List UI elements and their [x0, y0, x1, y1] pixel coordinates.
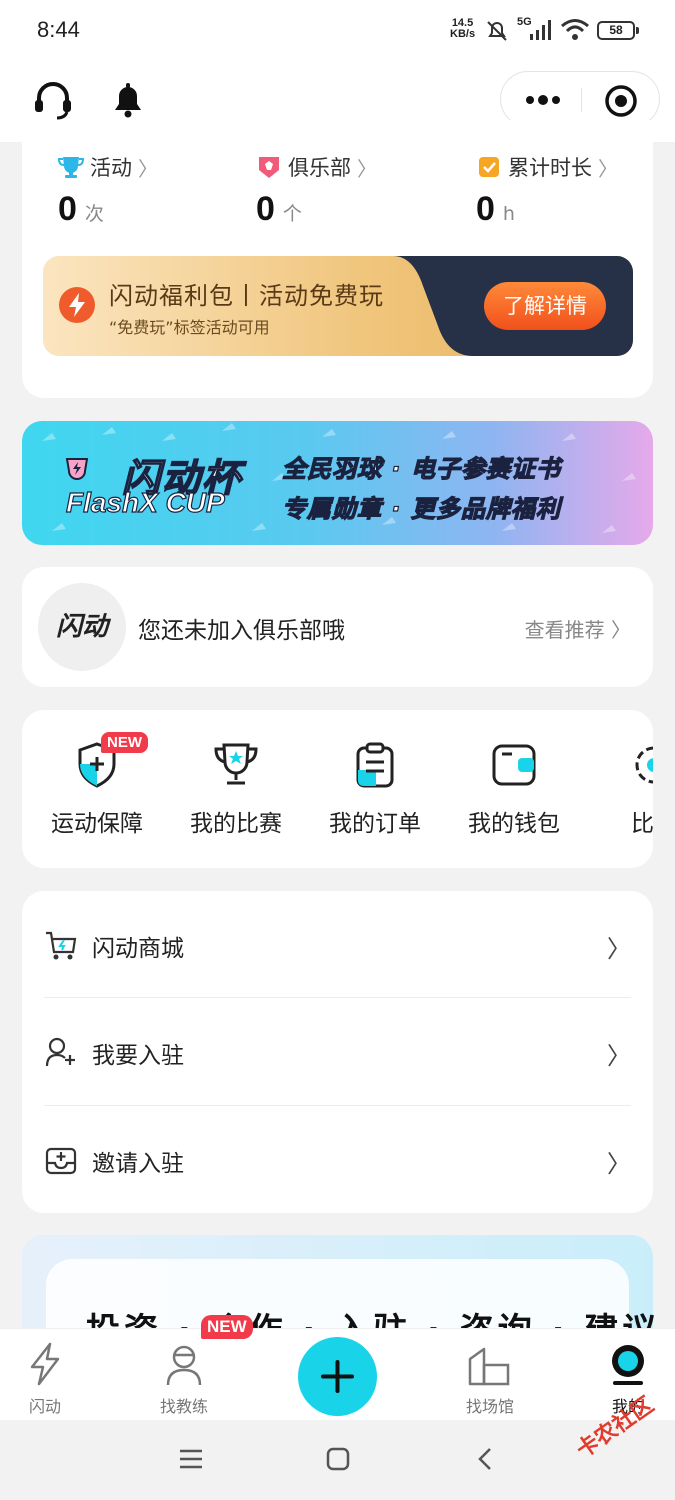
home-icon[interactable] [325, 1446, 351, 1472]
network-speed: 14.5 KB/s [450, 18, 475, 40]
battery-indicator: 58 [597, 21, 639, 40]
speed-unit: KB/s [450, 28, 476, 40]
banner-line-1: 全民羽球 · 电子参赛证书 [281, 454, 561, 483]
stat-club[interactable]: 俱乐部 〉 0 个 [256, 152, 377, 229]
more-icon[interactable] [521, 84, 565, 116]
feature-grid: 运动保障 NEW 我的比赛 我的订单 我的钱包 比 [22, 710, 653, 868]
grid-item-my-wallet[interactable]: 我的钱包 [454, 740, 574, 838]
stat-duration[interactable]: 累计时长 〉 0 h [476, 152, 618, 229]
learn-more-button[interactable]: 了解详情 [484, 282, 606, 330]
inbox-plus-icon [45, 1147, 77, 1175]
chevron-right-icon: 〉 [607, 1042, 631, 1070]
tab-venue[interactable]: 找场馆 [445, 1341, 535, 1417]
stat-unit: 个 [282, 203, 302, 225]
chevron-right-icon: 〉 [598, 156, 618, 181]
view-recommend-link[interactable]: 查看推荐 〉 [525, 614, 631, 643]
checkbox-icon [479, 157, 499, 177]
wifi-icon [561, 19, 589, 40]
stat-value: 0 [476, 190, 495, 228]
close-miniapp-icon[interactable] [604, 84, 638, 118]
venue-icon [468, 1347, 510, 1386]
stats-card: 活动 〉 0 次 俱乐部 〉 0 个 累计时长 〉 0 h 闪动福利包丨活动免费… [22, 120, 653, 398]
grid-label: 比赛 [631, 811, 653, 837]
grid-label: 我的订单 [329, 811, 421, 837]
club-empty-text: 您还未加入俱乐部哦 [138, 618, 345, 644]
capsule-divider [581, 88, 582, 112]
menu-item-invite[interactable]: 邀请入驻 〉 [22, 1106, 653, 1213]
menu-label: 邀请入驻 [92, 1151, 184, 1177]
promo-subtitle: “免费玩”标签活动可用 [109, 318, 270, 337]
new-badge: NEW [101, 732, 148, 753]
chevron-right-icon: 〉 [607, 1150, 631, 1178]
wallet-icon [492, 744, 536, 786]
menu-list: 闪动商城 〉 我要入驻 〉 邀请入驻 〉 [22, 891, 653, 1213]
grid-label: 我的钱包 [468, 811, 560, 837]
welfare-promo-banner[interactable]: 闪动福利包丨活动免费玩 “免费玩”标签活动可用 了解详情 [43, 256, 633, 356]
headset-icon[interactable] [31, 78, 75, 122]
chevron-right-icon: 〉 [607, 935, 631, 963]
club-badge-icon [259, 157, 279, 178]
stat-label: 俱乐部 [288, 156, 351, 180]
menu-label: 闪动商城 [92, 936, 184, 962]
tab-flash[interactable]: 闪动 [0, 1341, 90, 1417]
new-badge: NEW [201, 1315, 253, 1339]
menu-label: 我要入驻 [92, 1043, 184, 1069]
cup-english-title: FlashX CUP [65, 486, 225, 518]
tab-coach[interactable]: 找教练 [139, 1341, 229, 1417]
chevron-right-icon: 〉 [138, 156, 158, 181]
tab-label: 找教练 [159, 1397, 208, 1416]
grid-label: 我的比赛 [190, 811, 282, 837]
lightning-icon [30, 1342, 60, 1386]
stat-unit: 次 [84, 203, 104, 225]
cup-icon [65, 458, 89, 480]
menu-item-mall[interactable]: 闪动商城 〉 [22, 891, 653, 998]
grid-item-insurance[interactable]: 运动保障 [37, 740, 157, 838]
club-logo: 闪动 [38, 583, 126, 671]
promo-title: 闪动福利包丨活动免费玩 [109, 282, 384, 310]
lightning-icon [59, 287, 95, 323]
stat-activity[interactable]: 活动 〉 0 次 [58, 152, 158, 229]
tab-label: 找场馆 [465, 1397, 514, 1416]
clipboard-icon [356, 742, 394, 788]
menu-icon[interactable] [178, 1447, 204, 1471]
stat-unit: h [502, 203, 515, 225]
mute-bell-icon [487, 21, 507, 41]
menu-item-join[interactable]: 我要入驻 〉 [22, 998, 653, 1105]
signal-icon [530, 20, 551, 40]
bell-icon[interactable] [106, 78, 150, 122]
trophy-icon [58, 157, 84, 178]
grid-label: 运动保障 [51, 811, 143, 837]
club-card[interactable]: 闪动 您还未加入俱乐部哦 查看推荐 〉 [22, 567, 653, 687]
stat-value: 0 [58, 190, 77, 228]
stat-label: 累计时长 [508, 156, 592, 180]
back-icon[interactable] [474, 1446, 496, 1472]
chevron-right-icon: 〉 [357, 156, 377, 181]
cart-icon [46, 931, 77, 960]
coach-icon [166, 1345, 202, 1386]
status-time: 8:44 [37, 17, 80, 42]
user-add-icon [45, 1037, 75, 1067]
status-bar: 8:44 14.5 KB/s 5G 58 [0, 0, 675, 62]
profile-icon [612, 1345, 644, 1385]
bottom-tab-bar: 闪动 找教练 NEW 找场馆 我的 [0, 1315, 675, 1420]
stat-value: 0 [256, 190, 275, 228]
miniapp-capsule [500, 71, 660, 127]
grid-item-my-orders[interactable]: 我的订单 [315, 740, 435, 838]
stat-label: 活动 [90, 156, 132, 180]
plus-icon [321, 1360, 354, 1393]
tab-label: 闪动 [28, 1397, 61, 1416]
gear-icon [635, 746, 653, 784]
grid-item-my-matches[interactable]: 我的比赛 [176, 740, 296, 838]
banner-line-2: 专属勋章 · 更多品牌福利 [281, 494, 561, 523]
trophy-icon [214, 743, 258, 785]
grid-item-match-more[interactable]: 比赛 [594, 740, 653, 838]
system-nav-bar [0, 1420, 675, 1500]
flashx-cup-banner[interactable]: 闪动杯 FlashX CUP 全民羽球 · 电子参赛证书 专属勋章 · 更多品牌… [22, 421, 653, 545]
create-button[interactable] [298, 1337, 377, 1416]
